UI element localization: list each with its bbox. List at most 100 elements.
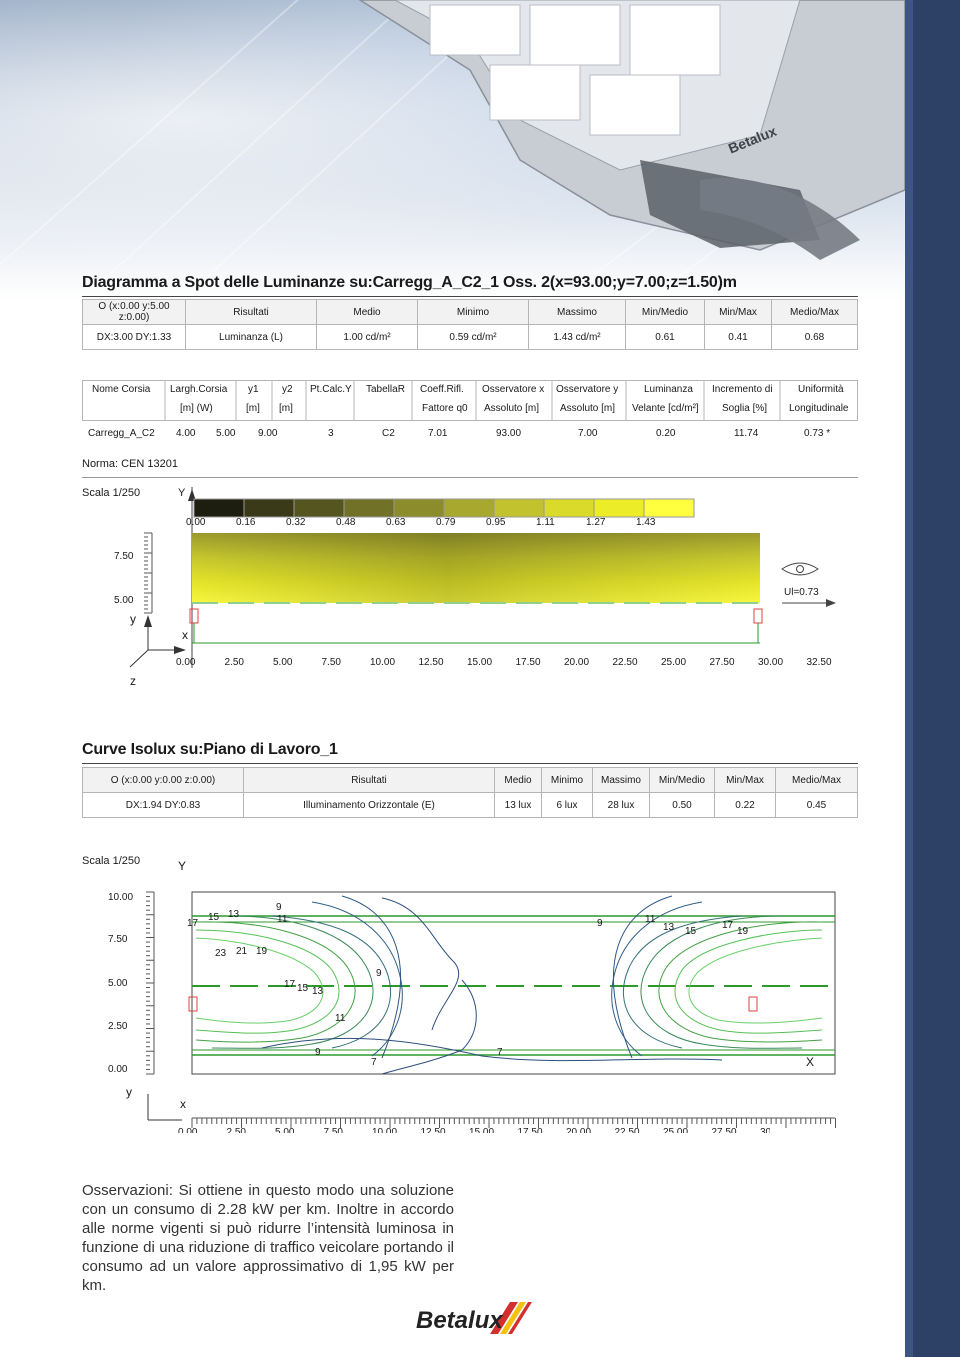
col-origin: O (x:0.00 y:5.00 z:0.00) <box>82 299 186 325</box>
col-results: Risultati <box>185 299 317 325</box>
contour-label: 19 <box>256 946 268 957</box>
luminance-table: O (x:0.00 y:5.00 z:0.00) Risultati Medio… <box>82 299 858 350</box>
triad-x-label: x <box>182 628 188 642</box>
contour-label: 19 <box>737 926 749 937</box>
contour-label: 17 <box>722 920 734 931</box>
contour-label: 13 <box>228 909 240 920</box>
spot-title: Diagramma a Spot delle Luminanze su:Carr… <box>82 274 737 291</box>
spot-y-tick: 7.50 <box>114 551 134 562</box>
spot-x-tick: 2.50 <box>224 657 244 668</box>
norma-rule <box>82 477 858 478</box>
isolux-triad-y-label: y <box>126 1085 132 1099</box>
legend-value: 1.11 <box>536 517 555 528</box>
spot-x-tick: 7.50 <box>321 657 341 668</box>
legend-swatch <box>293 498 345 518</box>
contour-label: 15 <box>208 912 220 923</box>
observer-eye-icon <box>781 562 819 576</box>
isolux-triad-x-label: x <box>180 1097 186 1111</box>
legend-value: 0.48 <box>336 517 356 528</box>
spot-y-tick: 5.00 <box>114 595 134 606</box>
col-massimo: Massimo <box>528 299 626 325</box>
isolux-x-tick: 17.50 <box>517 1127 543 1133</box>
isolux-x-tick: 7.50 <box>323 1127 343 1133</box>
contour-label: 15 <box>297 983 309 994</box>
betalux-logo: Betalux <box>416 1302 532 1334</box>
isolux-x-tick: 5.00 <box>275 1127 295 1133</box>
contour-label: 9 <box>376 968 382 979</box>
col-minimo: Minimo <box>417 299 529 325</box>
isolux-x-tick: 15.00 <box>469 1127 495 1133</box>
luminaire-right-icon <box>748 996 758 1012</box>
legend-swatch <box>593 498 645 518</box>
legend-swatch <box>493 498 545 518</box>
hero-photo: Betalux <box>0 0 905 300</box>
legend-swatch <box>243 498 295 518</box>
isolux-title: Curve Isolux su:Piano di Lavoro_1 <box>82 741 338 758</box>
contour-label: 7 <box>371 1057 377 1068</box>
spot-x-tick: 10.00 <box>370 657 396 668</box>
contour-label: 17 <box>187 918 199 929</box>
contour-label: 11 <box>277 914 288 925</box>
isolux-x-tick: 10.00 <box>372 1127 398 1133</box>
isolux-x-tick: 25.00 <box>663 1127 689 1133</box>
observations-text: Osservazioni: Si ottiene in questo modo … <box>82 1182 454 1294</box>
luminaire-left-icon <box>188 996 198 1012</box>
spot-title-rule <box>82 296 858 297</box>
isolux-x-tick: 30.00 <box>760 1127 770 1133</box>
isolux-y-tick: 2.50 <box>108 1021 128 1032</box>
legend-value: 1.43 <box>636 517 656 528</box>
legend-swatch <box>443 498 495 518</box>
spot-x-tick: 22.50 <box>612 657 638 668</box>
legend-value: 0.32 <box>286 517 306 528</box>
legend <box>193 498 695 518</box>
contour-label: 7 <box>497 1047 503 1058</box>
y-ruler <box>146 891 155 1075</box>
legend-value: 0.63 <box>386 517 406 528</box>
luminaire-left-icon <box>189 608 199 624</box>
legend-swatch <box>643 498 695 518</box>
col-medio-max: Medio/Max <box>771 299 858 325</box>
legend-value: 0.16 <box>236 517 256 528</box>
legend-value: 0.00 <box>186 517 206 528</box>
contour-label: 13 <box>312 986 324 997</box>
isolux-x-tick: 0.00 <box>178 1127 198 1133</box>
isolux-x-tick: 27.50 <box>711 1127 737 1133</box>
isolux-axis-y-label: Y <box>178 859 187 873</box>
col-medio: Medio <box>316 299 418 325</box>
spec-header-line1: Nome Corsia Largh.Corsia y1 y2 Pt.Calc.Y… <box>92 384 844 395</box>
isolux-y-tick: 10.00 <box>108 892 134 903</box>
contour-label: 23 <box>215 948 227 959</box>
legend-swatch <box>543 498 595 518</box>
isolux-contour-plot <box>146 891 836 1128</box>
contour-label: 9 <box>597 918 603 929</box>
isolux-x-tick: 2.50 <box>226 1127 246 1133</box>
table-row: DX:1.94 DY:0.83 Illuminamento Orizzontal… <box>82 792 858 818</box>
col-min-max: Min/Max <box>704 299 772 325</box>
illuminance-table: O (x:0.00 y:0.00 z:0.00) Risultati Medio… <box>82 767 858 818</box>
legend-swatch <box>193 498 245 518</box>
legend-swatch <box>393 498 445 518</box>
triad-y-label: y <box>130 612 136 626</box>
contour-label: 11 <box>645 914 656 925</box>
legend-value: 1.27 <box>586 517 606 528</box>
contour-label: 17 <box>284 979 296 990</box>
side-bar <box>905 0 960 1357</box>
isolux-x-tick-row: 0.00 2.50 5.00 7.50 10.00 12.50 15.00 17.50 20.0… <box>150 1127 770 1133</box>
isolux-x-tick: 20.00 <box>566 1127 592 1133</box>
contour-label: 9 <box>315 1047 321 1058</box>
street-lamp-illustration: Betalux <box>0 0 905 300</box>
spec-header-line2: [m] (W) [m] [m] Fattore q0 Assoluto [m] … <box>180 403 849 414</box>
isolux-axis-x-label: X <box>806 1055 815 1069</box>
isolux-x-tick: 22.50 <box>614 1127 640 1133</box>
spot-x-tick: 30.00 <box>758 657 784 668</box>
isolux-y-tick: 0.00 <box>108 1064 128 1075</box>
isolux-y-tick: 7.50 <box>108 934 128 945</box>
spot-x-tick: 17.50 <box>515 657 541 668</box>
ul-label: Ul=0.73 <box>784 587 819 598</box>
spot-x-tick: 0.00 <box>176 657 196 668</box>
isolux-title-rule <box>82 763 858 764</box>
isolux-x-tick: 12.50 <box>420 1127 446 1133</box>
spot-x-tick: 27.50 <box>709 657 735 668</box>
logo-wordmark: Betalux <box>416 1307 504 1334</box>
triad-z-label: z <box>130 674 136 688</box>
